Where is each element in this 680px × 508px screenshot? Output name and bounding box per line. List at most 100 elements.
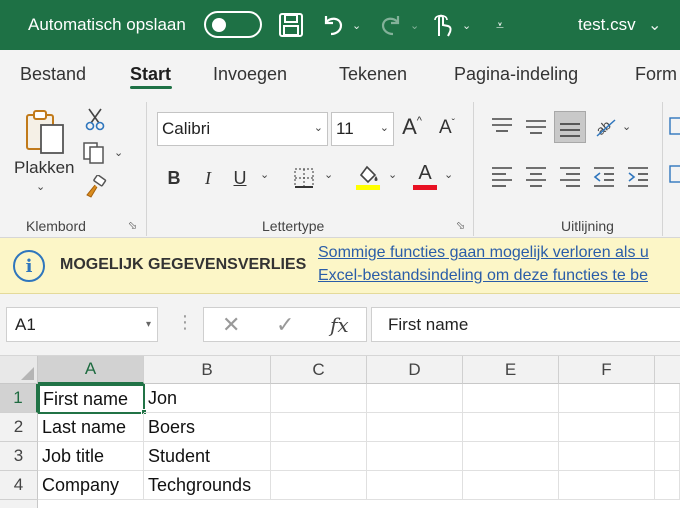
cancel-icon[interactable]: ✕ [222,312,240,338]
row-header-3[interactable]: 3 [0,442,38,471]
select-all-button[interactable] [0,356,38,384]
save-icon[interactable] [278,0,304,50]
grow-font-button[interactable]: A ^ [398,112,426,142]
cell-f4[interactable] [559,471,655,500]
cell-c3[interactable] [271,442,367,471]
name-box[interactable]: A1 ▾ [6,307,158,342]
cell-a2[interactable]: Last name [38,413,144,442]
cell-e4[interactable] [463,471,559,500]
wrap-text-icon[interactable] [668,116,680,136]
copy-icon[interactable] [80,140,108,166]
bold-button[interactable]: B [162,164,186,192]
paste-dropdown-icon[interactable]: ⌄ [36,180,45,193]
drag-handle-icon[interactable]: ⋮ [176,312,194,333]
cell-c2[interactable] [271,413,367,442]
align-top-icon[interactable] [488,112,516,140]
cell-g3[interactable] [655,442,680,471]
column-header-c[interactable]: C [271,356,367,384]
row-header-2[interactable]: 2 [0,413,38,442]
align-bottom-icon[interactable] [554,111,586,143]
cell-d3[interactable] [367,442,463,471]
redo-icon[interactable] [378,0,404,50]
borders-dropdown-icon[interactable]: ⌄ [324,168,333,181]
font-launcher-icon[interactable]: ⬂ [456,220,468,232]
tab-invoegen[interactable]: Invoegen [213,64,287,85]
insert-function-icon[interactable]: fx [330,313,349,337]
paste-icon[interactable] [22,106,70,156]
row-header-5[interactable] [0,500,38,508]
align-middle-icon[interactable] [522,112,550,140]
cell-e2[interactable] [463,413,559,442]
tab-formules[interactable]: Form [635,64,677,85]
cell-f3[interactable] [559,442,655,471]
cell-e1[interactable] [463,384,559,413]
clipboard-launcher-icon[interactable]: ⬂ [128,220,140,232]
cut-icon[interactable] [82,106,108,132]
tab-bestand[interactable]: Bestand [20,64,86,85]
cell-a3[interactable]: Job title [38,442,144,471]
cell-a1[interactable]: First name [38,384,145,414]
filename-chevron-icon[interactable]: ⌄ [648,0,661,50]
orientation-dropdown-icon[interactable]: ⌄ [622,120,631,133]
font-color-dropdown-icon[interactable]: ⌄ [444,168,453,181]
cell-d1[interactable] [367,384,463,413]
tab-pagina-indeling[interactable]: Pagina-indeling [454,64,578,85]
row-header-4[interactable]: 4 [0,471,38,500]
italic-button[interactable]: I [196,164,220,192]
customize-qat-icon[interactable]: ⩡ [496,0,504,50]
copy-dropdown-icon[interactable]: ⌄ [114,146,123,159]
cell-b4[interactable]: Techgrounds [144,471,271,500]
column-header-b[interactable]: B [144,356,271,384]
cell-b1[interactable]: Jon [144,384,271,413]
cell-a4[interactable]: Company [38,471,144,500]
undo-dropdown-icon[interactable]: ⌄ [352,0,361,50]
underline-dropdown-icon[interactable]: ⌄ [260,168,269,181]
tab-start[interactable]: Start [130,64,171,85]
align-right-icon[interactable] [556,162,584,190]
decrease-indent-icon[interactable] [590,162,618,190]
redo-dropdown-icon[interactable]: ⌄ [410,0,419,50]
format-painter-icon[interactable] [82,174,108,200]
tab-tekenen[interactable]: Tekenen [339,64,407,85]
cell-g2[interactable] [655,413,680,442]
align-center-icon[interactable] [522,162,550,190]
cell-g4[interactable] [655,471,680,500]
cell-f2[interactable] [559,413,655,442]
touch-dropdown-icon[interactable]: ⌄ [462,0,471,50]
column-header-d[interactable]: D [367,356,463,384]
column-header-g[interactable] [655,356,680,384]
cell-b3[interactable]: Student [144,442,271,471]
font-size-select[interactable]: 11 ⌄ [331,112,394,146]
fill-color-dropdown-icon[interactable]: ⌄ [388,168,397,181]
cell-e3[interactable] [463,442,559,471]
warning-message-link-1[interactable]: Sommige functies gaan mogelijk verloren … [318,244,649,262]
row-header-1[interactable]: 1 [0,384,38,413]
cell-d4[interactable] [367,471,463,500]
enter-icon[interactable]: ✓ [276,312,294,338]
paste-button[interactable]: Plakken [14,158,74,178]
cell-g1[interactable] [655,384,680,413]
cell-d2[interactable] [367,413,463,442]
merge-center-icon[interactable] [668,164,680,184]
font-name-select[interactable]: Calibri ⌄ [157,112,328,146]
touch-mode-icon[interactable] [430,0,454,50]
shrink-font-button[interactable]: Aˇ [434,114,460,142]
increase-indent-icon[interactable] [624,162,652,190]
warning-message-link-2[interactable]: Excel-bestandsindeling om deze functies … [318,267,648,285]
autosave-toggle[interactable] [204,11,262,38]
cell-f1[interactable] [559,384,655,413]
borders-icon[interactable] [290,164,318,192]
cell-c1[interactable] [271,384,367,413]
formula-input[interactable]: First name [371,307,680,342]
column-header-a[interactable]: A [38,356,144,384]
cell-c4[interactable] [271,471,367,500]
underline-button[interactable]: U [228,164,252,192]
align-left-icon[interactable] [488,162,516,190]
file-name[interactable]: test.csv [578,0,636,50]
cell-b2[interactable]: Boers [144,413,271,442]
column-header-f[interactable]: F [559,356,655,384]
column-header-e[interactable]: E [463,356,559,384]
fill-color-icon[interactable] [354,162,382,192]
font-color-button[interactable]: A [410,160,440,192]
orientation-icon[interactable]: ab [592,112,620,140]
